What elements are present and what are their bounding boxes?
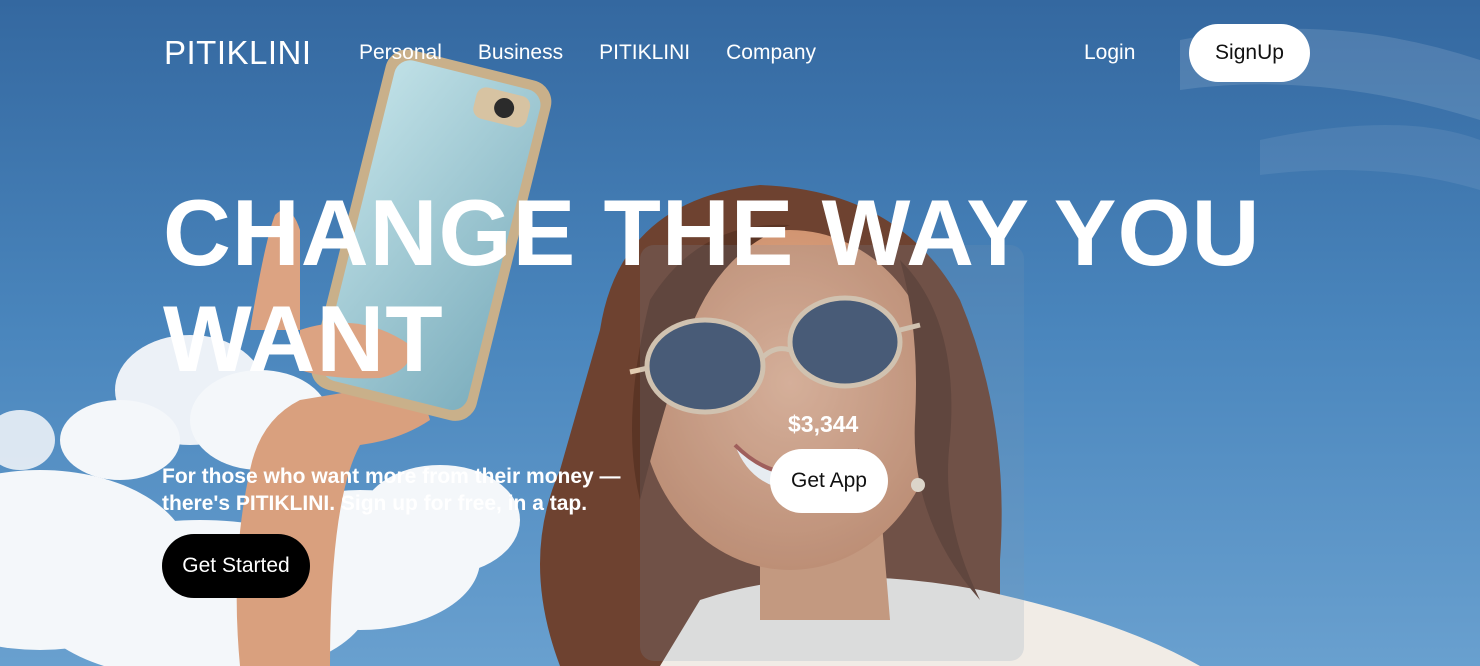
- hero-subtext-line-2: there's PITIKLINI. Sign up for free, in …: [162, 492, 588, 515]
- hero-subtext: For those who want more from their money…: [162, 463, 682, 517]
- nav-link-business[interactable]: Business: [478, 40, 563, 66]
- nav-link-pitiklini[interactable]: PITIKLINI: [599, 40, 690, 66]
- hero-subtext-line-1: For those who want more from their money…: [162, 465, 621, 488]
- hero-headline: CHANGE THE WAY YOU WANT: [163, 180, 1303, 392]
- balance-amount: $3,344: [788, 411, 859, 437]
- brand-logo[interactable]: PITIKLINI: [164, 34, 312, 72]
- hero-headline-line-2: WANT: [163, 286, 444, 391]
- get-app-button[interactable]: Get App: [770, 449, 888, 513]
- nav-link-personal[interactable]: Personal: [359, 40, 442, 66]
- hero-headline-line-1: CHANGE THE WAY YOU: [163, 180, 1261, 285]
- signup-button[interactable]: SignUp: [1189, 24, 1310, 82]
- hero-section: PITIKLINI Personal Business PITIKLINI Co…: [0, 0, 1480, 666]
- top-navigation: PITIKLINI Personal Business PITIKLINI Co…: [0, 0, 1480, 106]
- nav-links: Personal Business PITIKLINI Company: [359, 40, 816, 66]
- get-started-button[interactable]: Get Started: [162, 534, 310, 598]
- nav-link-company[interactable]: Company: [726, 40, 816, 66]
- login-link[interactable]: Login: [1084, 40, 1135, 66]
